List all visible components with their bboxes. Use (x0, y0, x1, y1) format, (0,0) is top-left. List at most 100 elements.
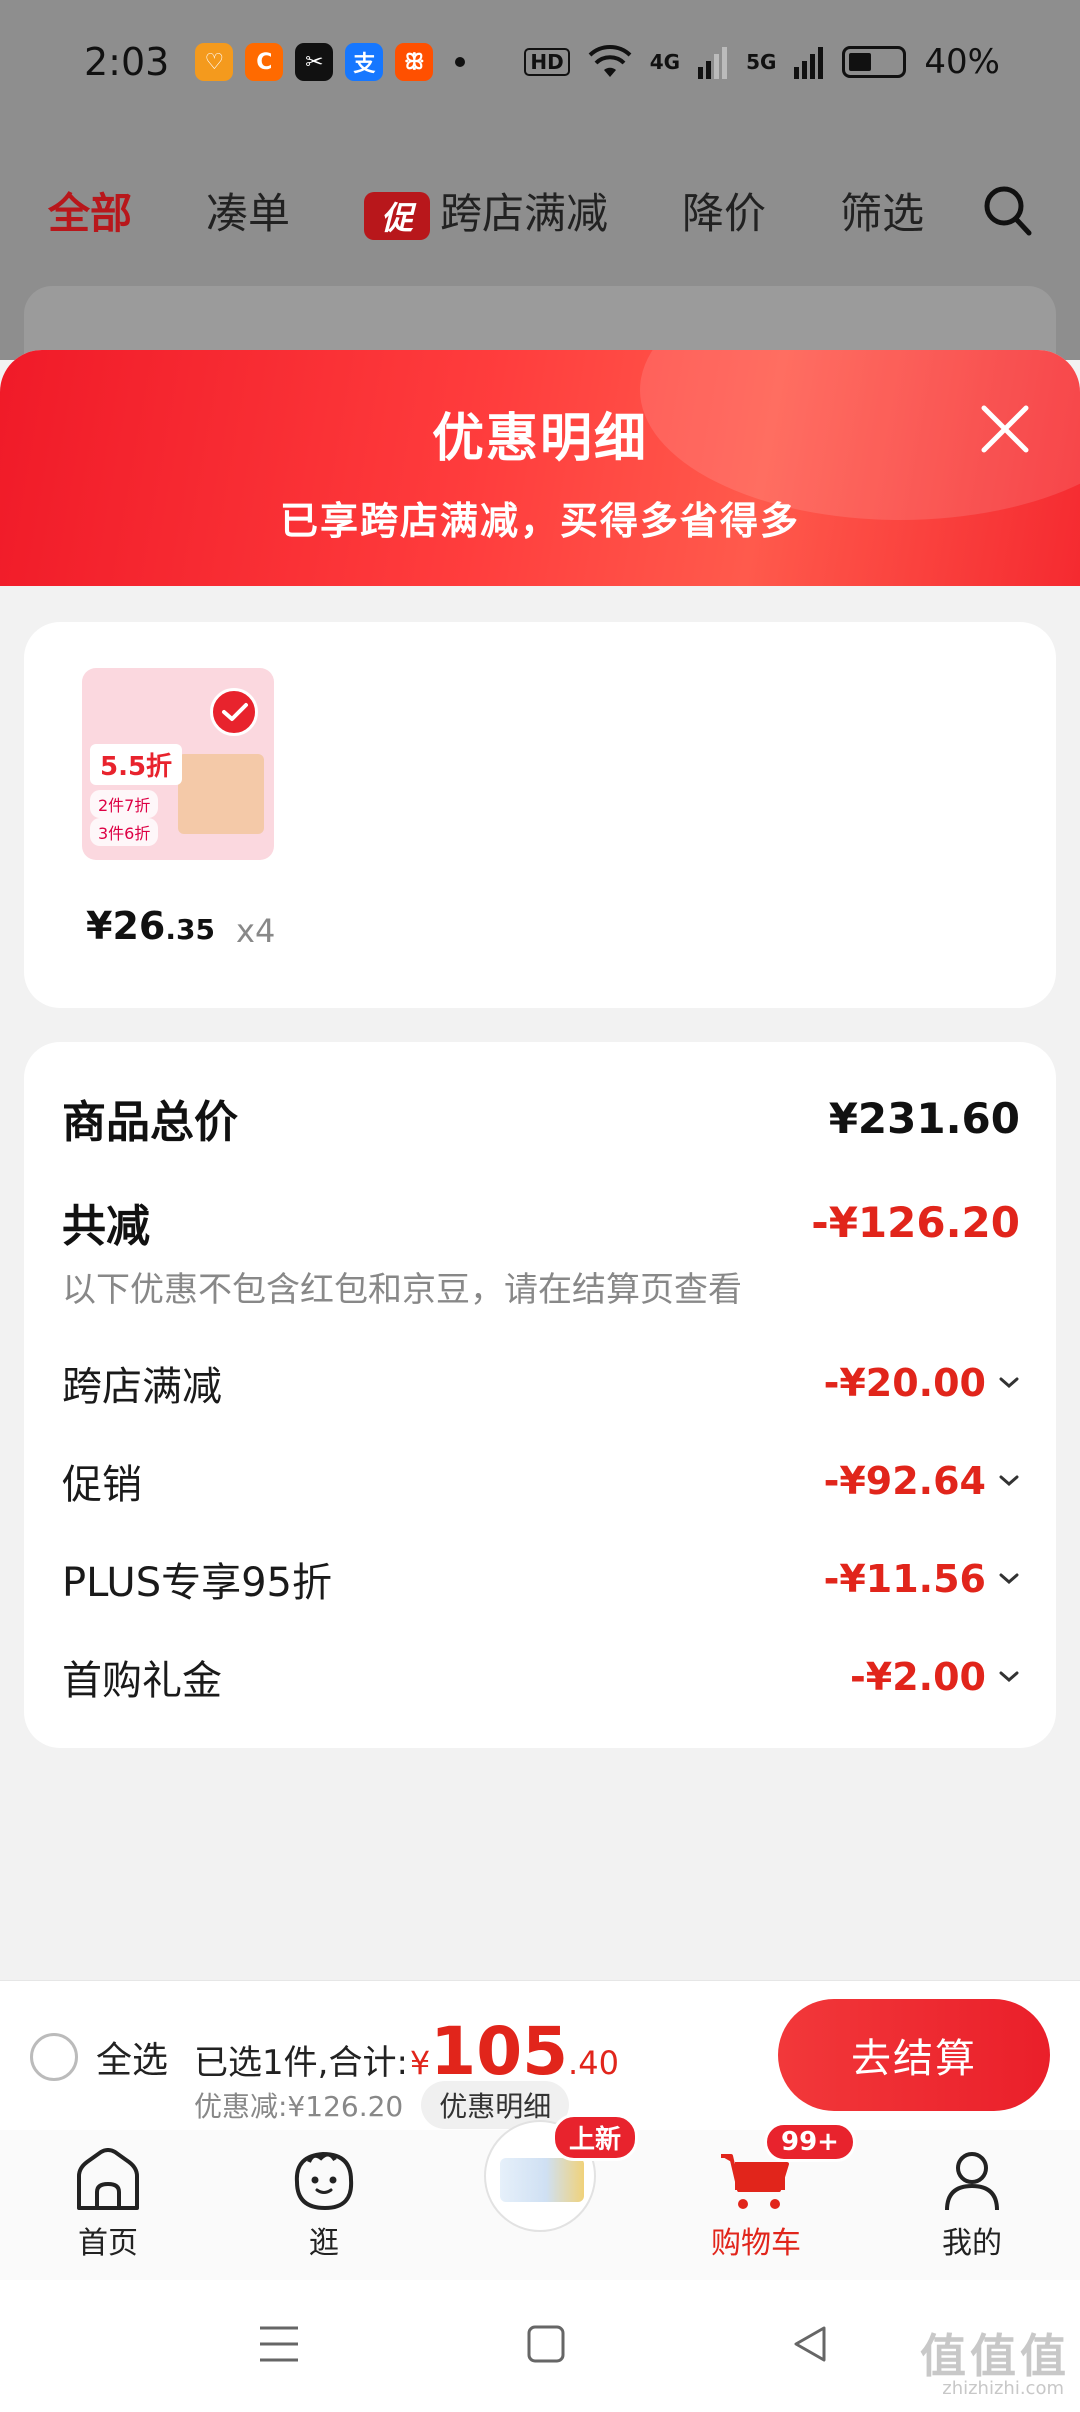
checkout-button[interactable]: 去结算 (778, 1999, 1050, 2111)
tissue-box-image (178, 754, 264, 834)
filter-cross-store-label: 跨店满减 (440, 188, 609, 238)
select-all-label[interactable]: 全选 (96, 2031, 168, 2083)
battery-percent: 40% (924, 42, 1000, 82)
sheet-subtitle: 已享跨店满减，买得多省得多 (279, 499, 800, 543)
discount-label: 首购礼金 (62, 1658, 222, 1704)
notification-icons: ♡ C ✂ 支 ꕥ (195, 43, 434, 81)
tab-me[interactable]: 我的 (892, 2148, 1052, 2262)
status-time: 2:03 (84, 40, 170, 84)
menu-icon[interactable] (258, 2324, 300, 2364)
home-square-icon[interactable] (526, 2324, 566, 2364)
product-card: 5.5折 2件7折 3件6折 ¥26.35 x4 (24, 622, 1056, 1008)
cart-count-badge: 99+ (764, 2122, 856, 2162)
discount-row[interactable]: PLUS专享95折 -¥11.56 (62, 1550, 1020, 1608)
total-reduction-label: 共减 (62, 1201, 150, 1252)
discount-value: -¥2.00 (850, 1655, 986, 1699)
discount-value: -¥11.56 (823, 1557, 986, 1601)
filter-tab[interactable]: 筛选 (840, 180, 924, 241)
total-reduction-value: -¥126.20 (811, 1197, 1020, 1247)
network-5g-label: 5G (746, 50, 777, 74)
chevron-down-icon (999, 1671, 1019, 1682)
discount-amount: -¥2.00 (850, 1655, 1020, 1699)
discount-label: 促销 (62, 1462, 142, 1508)
promo-chip: 3件6折 (90, 818, 159, 846)
product-quantity: x4 (236, 912, 276, 950)
tab-home[interactable]: 首页 (28, 2148, 188, 2262)
home-icon (77, 2148, 139, 2210)
total-amount-int: 105 (430, 2013, 569, 2090)
total-amount-dec: .40 (568, 2044, 619, 2082)
alipay-icon: 支 (345, 43, 384, 81)
watermark-logo: 值值值 (920, 2329, 1070, 2383)
discount-amount: -¥11.56 (824, 1557, 1020, 1601)
capcut-icon: ✂ (295, 43, 334, 81)
tab-browse-label: 逛 (309, 2226, 339, 2261)
chevron-down-icon (999, 1377, 1019, 1388)
total-price-label: 商品总价 (62, 1097, 238, 1148)
new-product-image (500, 2158, 584, 2202)
tab-cart-label: 购物车 (711, 2226, 801, 2261)
discount-label: PLUS专享95折 (62, 1560, 332, 1606)
filter-all-tab[interactable]: 全部 (48, 180, 132, 241)
selected-count-text: 已选1件,合计: (194, 2043, 408, 2083)
discount-row[interactable]: 促销 -¥92.64 (62, 1452, 1020, 1510)
product-price-int: ¥26 (86, 904, 166, 948)
total-currency: ¥ (409, 2044, 431, 2082)
network-4g-label: 4G (649, 50, 681, 74)
signal-icon-5g (794, 47, 824, 79)
selected-total: 已选1件,合计: ¥ 105 .40 (194, 2013, 619, 2090)
tab-cart[interactable]: 购物车 (676, 2148, 836, 2262)
bottom-tab-bar: 首页 逛 上新 购物车 99+ 我的 (0, 2114, 1080, 2280)
taobao-icon: ꕥ (395, 43, 434, 81)
discount-amount: -¥92.64 (824, 1459, 1020, 1503)
watermark-url: zhizhizhi.com (942, 2378, 1064, 2399)
battery-icon (842, 46, 907, 78)
discount-row[interactable]: 跨店满减 -¥20.00 (62, 1354, 1020, 1412)
filter-bundle-tab[interactable]: 凑单 (206, 180, 290, 241)
close-icon[interactable] (974, 398, 1036, 460)
discount-row[interactable]: 首购礼金 -¥2.00 (62, 1648, 1020, 1706)
discount-badge: 5.5折 (90, 744, 183, 785)
discount-detail-sheet: 优惠明细 已享跨店满减，买得多省得多 5.5折 2件7折 3件6折 ¥26.35… (0, 350, 1080, 1980)
hd-call-icon: HD (524, 48, 570, 76)
discount-amount: -¥20.00 (824, 1361, 1020, 1405)
price-summary-card: 商品总价 ¥231.60 共减 -¥126.20 以下优惠不包含红包和京豆，请在… (24, 1042, 1056, 1748)
wifi-icon (588, 45, 632, 77)
discount-summary: 优惠减:¥126.20 优惠明细 (194, 2081, 570, 2129)
status-right: HD 4G 5G 40% (524, 42, 1000, 82)
total-price-value: ¥231.60 (828, 1093, 1020, 1143)
promo-chip: 2件7折 (90, 790, 159, 818)
select-all-radio[interactable] (30, 2033, 78, 2081)
huawei-health-icon: ♡ (195, 43, 234, 81)
filter-bar: 全部 凑单 促跨店满减 降价 筛选 (0, 160, 1080, 260)
status-bar: 2:03 ♡ C ✂ 支 ꕥ HD 4G 5G 40% (0, 0, 1080, 124)
signal-icon-4g (698, 47, 728, 79)
total-reduction-row: 共减 -¥126.20 (62, 1190, 1020, 1254)
checkout-bar: 全选 已选1件,合计: ¥ 105 .40 优惠减:¥126.20 优惠明细 去… (0, 1980, 1080, 2130)
chevron-down-icon (999, 1475, 1019, 1486)
notification-dot (455, 57, 466, 67)
tab-home-label: 首页 (78, 2226, 138, 2261)
sheet-header: 优惠明细 已享跨店满减，买得多省得多 (0, 350, 1080, 586)
chevron-down-icon (999, 1573, 1019, 1584)
product-price-dec: .35 (165, 913, 215, 946)
browse-face-icon (294, 2151, 354, 2211)
total-price-row: 商品总价 ¥231.60 (62, 1086, 1020, 1150)
discount-value: -¥92.64 (823, 1459, 986, 1503)
1688-app-icon: C (245, 43, 284, 81)
product-price: ¥26.35 (86, 904, 215, 948)
back-triangle-icon[interactable] (790, 2324, 830, 2364)
selected-check-icon (210, 688, 258, 736)
product-thumbnail[interactable]: 5.5折 2件7折 3件6折 (82, 668, 274, 860)
discount-summary-text: 优惠减:¥126.20 (194, 2090, 404, 2123)
tab-browse[interactable]: 逛 (244, 2148, 404, 2262)
promo-tag-icon: 促 (364, 192, 431, 240)
sheet-title: 优惠明细 (431, 409, 648, 469)
reduction-note: 以下优惠不包含红包和京豆，请在结算页查看 (62, 1270, 742, 1310)
search-icon[interactable] (982, 182, 1034, 238)
system-navigation-bar: 值值值 zhizhizhi.com (0, 2280, 1080, 2412)
tab-me-label: 我的 (942, 2226, 1002, 2261)
filter-price-drop-tab[interactable]: 降价 (682, 180, 766, 241)
filter-cross-store-tab[interactable]: 促跨店满减 (364, 180, 608, 241)
new-badge: 上新 (552, 2114, 639, 2161)
